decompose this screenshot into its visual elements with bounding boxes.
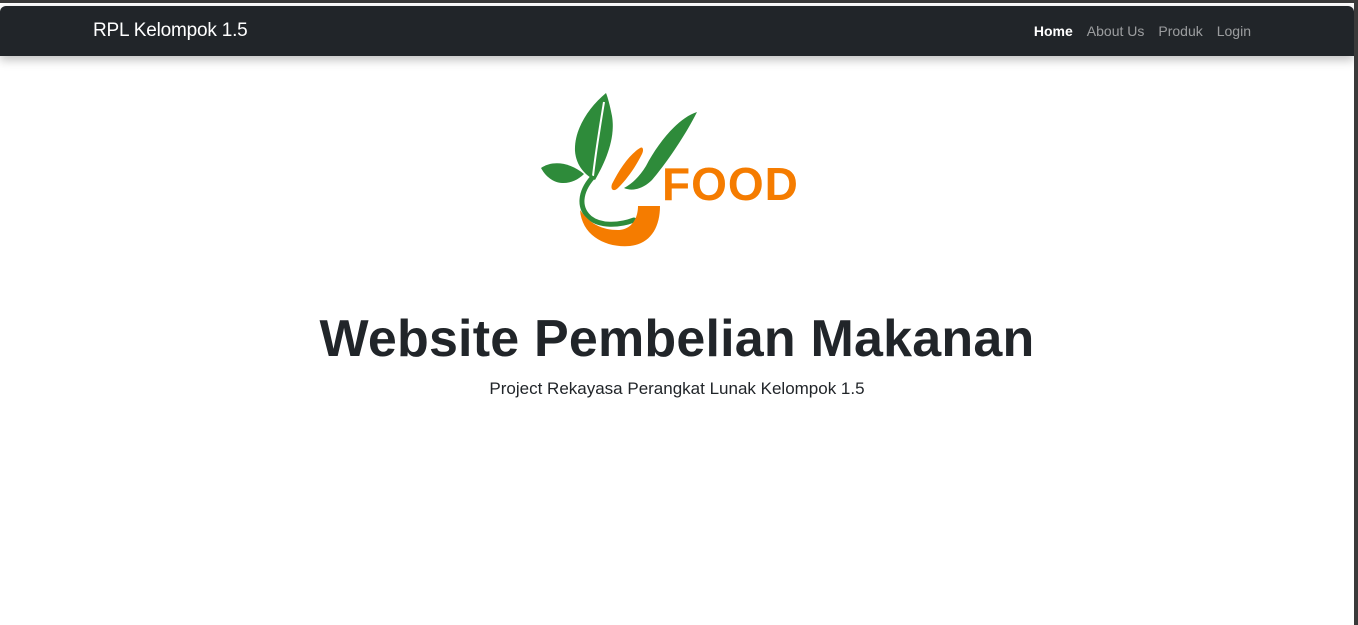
browser-viewport: RPL Kelompok 1.5 Home About Us Produk Lo… bbox=[0, 0, 1354, 625]
nav-links: Home About Us Produk Login bbox=[1034, 23, 1251, 39]
top-navbar: RPL Kelompok 1.5 Home About Us Produk Lo… bbox=[0, 6, 1354, 56]
page-title: Website Pembelian Makanan bbox=[319, 310, 1035, 368]
navbar-brand[interactable]: RPL Kelompok 1.5 bbox=[93, 20, 248, 42]
page-subtitle: Project Rekayasa Perangkat Lunak Kelompo… bbox=[489, 379, 865, 398]
small-leaf-icon bbox=[541, 163, 584, 184]
window-edge bbox=[1354, 0, 1358, 625]
logo-wordmark: FOOD bbox=[662, 158, 799, 210]
nav-link-login[interactable]: Login bbox=[1217, 23, 1251, 39]
nav-link-home[interactable]: Home bbox=[1034, 23, 1073, 39]
food-logo: FOOD bbox=[541, 93, 799, 247]
nav-link-produk[interactable]: Produk bbox=[1158, 23, 1202, 39]
nav-link-about-us[interactable]: About Us bbox=[1087, 23, 1145, 39]
